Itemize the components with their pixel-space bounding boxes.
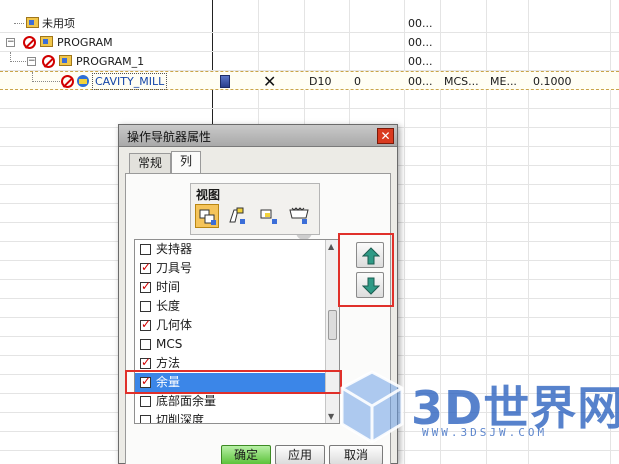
apply-button[interactable]: 应用 (275, 445, 325, 464)
table-row[interactable]: − PROGRAM 00... (0, 33, 619, 52)
column-checkbox[interactable] (140, 301, 151, 312)
table-row[interactable]: 未用项 00... (0, 14, 619, 33)
time-cell: 00... (408, 36, 433, 49)
close-button[interactable]: ✕ (377, 128, 394, 144)
tree-node-label: CAVITY_MILL (92, 73, 168, 90)
method-view-icon[interactable] (287, 204, 311, 228)
tree-node-label: PROGRAM_1 (76, 55, 145, 68)
view-group: 视图 (190, 183, 320, 235)
navigator-properties-dialog: 操作导航器属性 ✕ 常规 列 视图 夹持器 ✓ 刀具号 ✓ 时间 长度 ✓ 几何… (118, 124, 398, 464)
prohibited-status-icon (42, 55, 55, 68)
column-checkbox[interactable] (140, 244, 151, 255)
scroll-down-icon[interactable]: ▼ (328, 412, 334, 421)
table-row (0, 90, 619, 109)
list-item[interactable]: 夹持器 (135, 240, 325, 259)
tab-columns[interactable]: 列 (171, 151, 202, 174)
list-scrollbar[interactable]: ▲ ▼ (325, 240, 339, 423)
ok-button[interactable]: 确定 (221, 445, 271, 464)
column-checkbox[interactable] (140, 415, 151, 423)
column-checkbox[interactable] (140, 260, 151, 274)
list-item[interactable]: 底部面余量 (135, 392, 325, 411)
machine-tool-view-icon[interactable] (225, 204, 249, 228)
program-folder-icon (59, 55, 72, 66)
column-checkbox[interactable] (140, 339, 151, 350)
collapse-toggle-icon[interactable]: − (6, 38, 15, 47)
columns-list[interactable]: 夹持器 刀具号 时间 长度 几何体 MCS (134, 239, 340, 424)
scroll-up-icon[interactable]: ▲ (328, 242, 334, 251)
prohibited-status-icon (23, 36, 36, 49)
stock-cell: 0.1000 (533, 75, 572, 88)
method-cell: ME... (490, 75, 517, 88)
program-order-view-icon[interactable] (195, 204, 219, 228)
dialog-title: 操作导航器属性 (127, 130, 212, 144)
not-generated-icon: ✕ (263, 72, 277, 91)
highlight-frame-arrows (338, 233, 394, 307)
tree-node-label: 未用项 (42, 17, 75, 30)
time-cell: 00... (408, 55, 433, 68)
tool-cell: D10 (309, 75, 332, 88)
tree-node-label: PROGRAM (57, 36, 113, 49)
close-icon: ✕ (380, 129, 391, 143)
column-checkbox[interactable] (140, 396, 151, 407)
columns-tab-panel: 视图 夹持器 刀具号 (125, 173, 391, 464)
path-status-icon (220, 75, 230, 88)
column-checkbox[interactable] (140, 355, 151, 369)
list-item[interactable]: MCS (135, 335, 325, 354)
table-row-selected[interactable]: CAVITY_MILL ✕ D10 0 00... MCS... ME... 0… (0, 71, 619, 90)
list-item[interactable]: 时间 (135, 278, 325, 297)
tool-number-cell: 0 (354, 75, 361, 88)
tab-general[interactable]: 常规 (129, 153, 172, 173)
table-row[interactable]: − PROGRAM_1 00... (0, 52, 619, 71)
prohibited-status-icon (61, 75, 74, 88)
view-group-label: 视图 (196, 188, 221, 202)
program-folder-icon (40, 36, 53, 47)
time-cell: 00... (408, 75, 433, 88)
cancel-button[interactable]: 取消 (329, 445, 383, 464)
highlight-frame-selected-item (125, 370, 342, 394)
time-cell: 00... (408, 17, 433, 30)
geometry-view-icon[interactable] (257, 204, 281, 228)
list-item[interactable]: 几何体 (135, 316, 325, 335)
column-checkbox[interactable] (140, 279, 151, 293)
cavity-mill-icon (76, 74, 90, 88)
list-item[interactable]: 切削深度 (135, 411, 325, 423)
list-item[interactable]: 刀具号 (135, 259, 325, 278)
dialog-titlebar[interactable]: 操作导航器属性 ✕ (119, 125, 397, 147)
scrollbar-thumb[interactable] (328, 310, 337, 340)
column-checkbox[interactable] (140, 317, 151, 331)
list-item[interactable]: 长度 (135, 297, 325, 316)
geometry-cell: MCS... (444, 75, 479, 88)
collapse-toggle-icon[interactable]: − (27, 57, 36, 66)
folder-icon (26, 17, 39, 28)
